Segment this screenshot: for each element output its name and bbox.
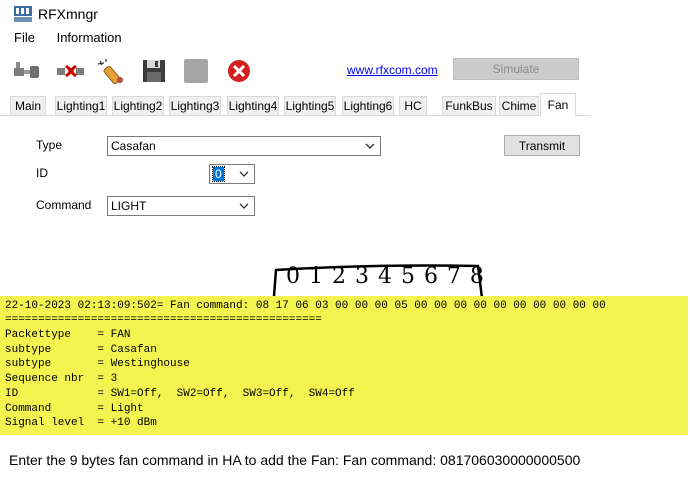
- log-line: Sequence nbr = 3: [5, 373, 118, 385]
- menu-bar: File Information: [0, 30, 590, 48]
- type-label: Type: [36, 138, 63, 152]
- type-select[interactable]: Casafan: [107, 136, 381, 156]
- log-output: 22-10-2023 02:13:09:502= Fan command: 08…: [0, 296, 688, 435]
- chevron-down-icon: [239, 171, 249, 177]
- id-select[interactable]: 0: [209, 164, 255, 184]
- id-label: ID: [36, 166, 48, 180]
- stop-square-icon[interactable]: [183, 58, 209, 84]
- tab-lighting3[interactable]: Lighting3: [169, 96, 221, 115]
- log-line: Signal level = +10 dBm: [5, 417, 157, 429]
- rfxcom-logo-icon: [14, 6, 32, 22]
- tab-lighting6[interactable]: Lighting6: [342, 96, 394, 115]
- tab-chime[interactable]: Chime: [499, 96, 539, 115]
- log-line: ID = SW1=Off, SW2=Off, SW3=Off, SW4=Off: [5, 388, 355, 400]
- save-disk-icon[interactable]: [141, 58, 167, 84]
- handwritten-digits: 0 1 2 3 4 5 6 7 8: [286, 264, 485, 289]
- rfxcom-website-link[interactable]: www.rfxcom.com: [347, 63, 438, 77]
- command-label: Command: [36, 198, 92, 212]
- simulate-button[interactable]: Simulate: [453, 58, 579, 80]
- disconnect-icon[interactable]: [56, 58, 84, 84]
- tab-lighting2[interactable]: Lighting2: [112, 96, 164, 115]
- tab-hc[interactable]: HC: [399, 96, 427, 115]
- tab-main[interactable]: Main: [10, 96, 46, 115]
- log-line: Packettype = FAN: [5, 329, 131, 341]
- tab-lighting1[interactable]: Lighting1: [55, 96, 107, 115]
- transmit-button[interactable]: Transmit: [504, 135, 580, 156]
- command-select[interactable]: LIGHT: [107, 196, 255, 216]
- menu-information[interactable]: Information: [57, 30, 122, 45]
- command-select-value: LIGHT: [111, 199, 147, 213]
- log-line: ========================================…: [5, 314, 322, 326]
- tab-lighting4[interactable]: Lighting4: [227, 96, 279, 115]
- type-select-value: Casafan: [111, 139, 156, 153]
- window-title-bar: RFXmngr: [14, 4, 98, 24]
- window-title: RFXmngr: [38, 6, 98, 22]
- log-line: subtype = Westinghouse: [5, 358, 190, 370]
- log-line: 22-10-2023 02:13:09:502= Fan command: 08…: [5, 300, 606, 312]
- magic-wand-icon[interactable]: [96, 58, 130, 85]
- chevron-down-icon: [239, 203, 249, 209]
- log-line: Command = Light: [5, 403, 144, 415]
- chevron-down-icon: [365, 143, 375, 149]
- id-select-value: 0: [212, 166, 225, 182]
- connect-plug-icon[interactable]: [12, 58, 39, 84]
- tab-lighting5[interactable]: Lighting5: [284, 96, 336, 115]
- tab-funkbus[interactable]: FunkBus: [442, 96, 496, 115]
- menu-file[interactable]: File: [14, 30, 35, 45]
- log-line: subtype = Casafan: [5, 344, 157, 356]
- tab-fan[interactable]: Fan: [540, 93, 576, 116]
- caption-text: Enter the 9 bytes fan command in HA to a…: [9, 452, 581, 468]
- close-x-icon[interactable]: [226, 58, 252, 84]
